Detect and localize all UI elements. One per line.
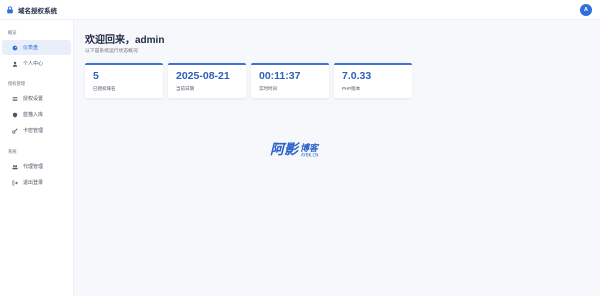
top-bar: 域名授权系统 A xyxy=(0,0,600,20)
sidebar-item-label: 仪表盘 xyxy=(23,45,39,51)
sidebar-section-system: 系统 xyxy=(8,149,17,154)
stat-card-date: 2025-08-21 当前日期 xyxy=(168,63,246,98)
stat-value: 00:11:37 xyxy=(259,70,301,82)
sidebar-item-card-keys[interactable]: 卡密管理 xyxy=(2,123,71,138)
sidebar-item-storage[interactable]: 蓝猫入库 xyxy=(2,107,71,122)
page-title: 欢迎回来，admin xyxy=(85,35,165,46)
users-icon xyxy=(11,163,18,170)
sidebar-item-auth-settings[interactable]: 授权设置 xyxy=(2,91,71,106)
stat-value: 5 xyxy=(93,70,99,82)
sidebar-item-agents[interactable]: 代理管理 xyxy=(2,159,71,174)
logout-icon xyxy=(11,179,18,186)
brand[interactable]: 域名授权系统 xyxy=(6,5,57,15)
sidebar-item-logout[interactable]: 退出登录 xyxy=(2,175,71,190)
sidebar-item-label: 退出登录 xyxy=(23,180,44,186)
sidebar-section-overview: 概览 xyxy=(8,30,17,35)
dashboard-icon xyxy=(11,44,18,51)
stat-label: 已授权域名 xyxy=(93,86,116,91)
sidebar: 概览 仪表盘 个人中心 授权管理 授权设置 蓝猫入库 卡密管理 系统 代理管理 … xyxy=(0,20,74,296)
list-icon xyxy=(11,95,18,102)
sidebar-item-label: 授权设置 xyxy=(23,96,44,102)
app-title: 域名授权系统 xyxy=(18,7,57,15)
sidebar-item-label: 蓝猫入库 xyxy=(23,112,44,118)
stat-label: PHP版本 xyxy=(342,86,361,91)
sidebar-item-label: 代理管理 xyxy=(23,164,44,170)
sidebar-item-label: 个人中心 xyxy=(23,61,44,67)
watermark-logo: 阿影 博客 AYBK.CN xyxy=(270,142,320,158)
shield-icon xyxy=(11,111,18,118)
stat-value: 2025-08-21 xyxy=(176,70,230,82)
stats-cards: 5 已授权域名 2025-08-21 当前日期 00:11:37 实时时间 7.… xyxy=(85,63,412,98)
key-icon xyxy=(11,127,18,134)
svg-text:AYBK.CN: AYBK.CN xyxy=(301,153,318,158)
sidebar-section-auth: 授权管理 xyxy=(8,81,26,86)
sidebar-item-profile[interactable]: 个人中心 xyxy=(2,56,71,71)
lock-icon xyxy=(7,5,13,13)
stat-value: 7.0.33 xyxy=(342,70,372,82)
stat-card-php: 7.0.33 PHP版本 xyxy=(334,63,412,98)
stat-card-domains: 5 已授权域名 xyxy=(85,63,163,98)
stat-label: 当前日期 xyxy=(176,86,194,91)
stat-card-time: 00:11:37 实时时间 xyxy=(251,63,329,98)
stat-label: 实时时间 xyxy=(259,86,277,91)
page-subtitle: 以下是系统运行状态概况 xyxy=(85,49,138,54)
main-content: 欢迎回来，admin 以下是系统运行状态概况 5 已授权域名 2025-08-2… xyxy=(74,20,600,296)
avatar[interactable]: A xyxy=(580,4,592,16)
user-icon xyxy=(11,60,18,67)
svg-text:阿影: 阿影 xyxy=(270,142,300,158)
sidebar-item-dashboard[interactable]: 仪表盘 xyxy=(2,40,71,55)
sidebar-item-label: 卡密管理 xyxy=(23,128,44,134)
